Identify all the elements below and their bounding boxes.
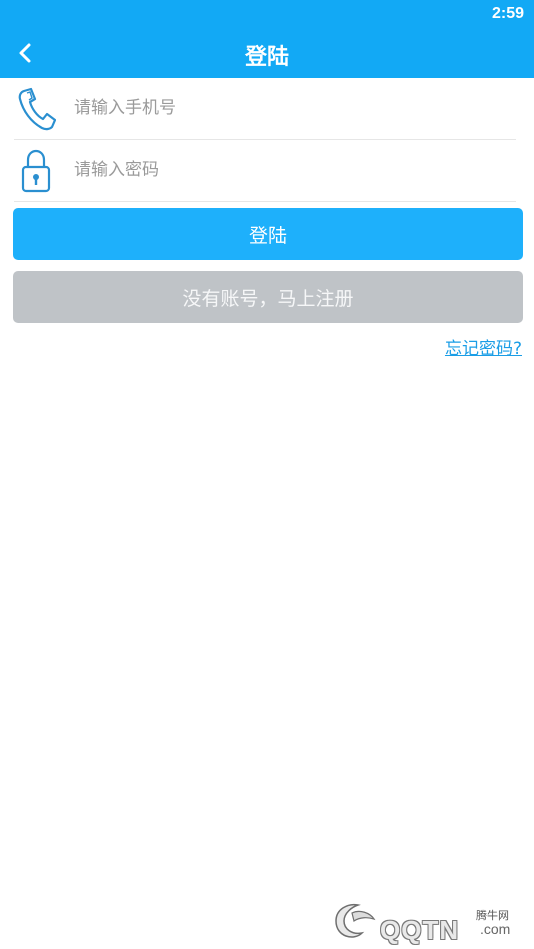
lock-icon xyxy=(14,148,58,194)
page-title: 登陆 xyxy=(244,45,289,70)
login-button[interactable]: 登陆 xyxy=(13,208,523,260)
status-bar: 2:59 xyxy=(0,0,534,28)
forgot-password-link[interactable]: 忘记密码? xyxy=(445,334,522,359)
watermark-logo xyxy=(335,903,376,938)
phone-field xyxy=(14,78,516,140)
status-time: 2:59 xyxy=(491,5,524,22)
password-field xyxy=(14,140,516,202)
watermark-suffix: .com xyxy=(480,921,511,937)
phone-icon xyxy=(14,86,58,132)
watermark: QQTN 腾牛网 .com xyxy=(330,897,530,945)
password-input[interactable] xyxy=(74,152,504,188)
phone-input[interactable] xyxy=(74,90,504,126)
app-bar: 登陆 xyxy=(0,28,534,78)
watermark-text: QQTN xyxy=(380,915,460,945)
register-button[interactable]: 没有账号，马上注册 xyxy=(13,271,523,323)
